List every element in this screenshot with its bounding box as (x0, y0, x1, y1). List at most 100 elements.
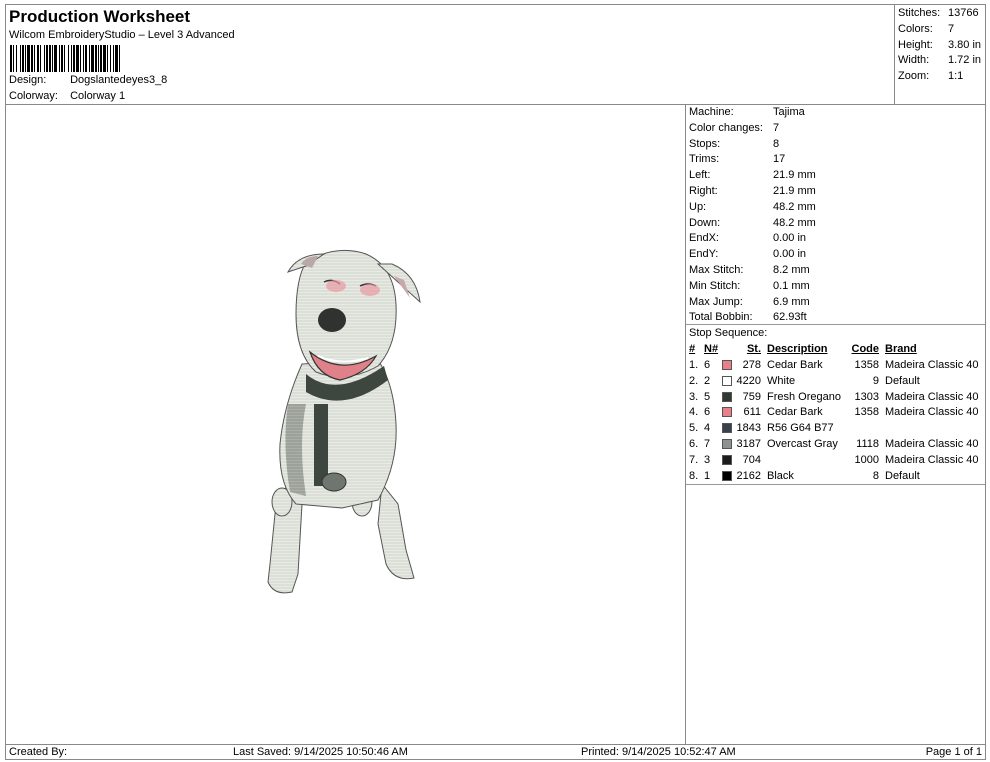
worksheet-title: Production Worksheet (9, 7, 191, 26)
detail-label: Left: (689, 169, 711, 182)
detail-label: Down: (689, 216, 721, 229)
summary-label: Height: (898, 39, 933, 51)
detail-row: Max Stitch: 8.2 mm (686, 262, 985, 278)
stop-sequence-row: 1. 6 278 Cedar Bark 1358 Madeira Classic 40 (686, 357, 986, 373)
detail-value: Tajima (773, 106, 805, 118)
colorway-value: Colorway 1 (70, 90, 126, 102)
stitch-count: 278 (742, 359, 761, 371)
summary-zoom: Zoom: 1:1 (895, 68, 985, 84)
stitch-count: 4220 (736, 374, 761, 387)
detail-row: EndX: 0.00 in (686, 230, 985, 246)
stop-sequence-row: 5. 4 1843 R56 G64 B77 (686, 420, 986, 436)
summary-label: Stitches: (898, 7, 941, 19)
color-swatch (722, 454, 732, 465)
dog-embroidery-image (267, 249, 421, 594)
color-swatch (722, 470, 732, 481)
col-num-header: # (689, 343, 696, 355)
detail-label: Max Stitch: (689, 264, 744, 276)
detail-label: Up: (689, 200, 707, 213)
detail-value: 7 (773, 121, 780, 134)
thread-description: Cedar Bark (767, 406, 823, 419)
detail-value: 8.2 mm (773, 264, 810, 276)
stitch-count: 611 (743, 406, 761, 419)
needle-number: 6 (704, 359, 711, 371)
row-number: 6. (689, 438, 699, 450)
detail-row: Trims: 17 (686, 151, 985, 167)
thread-description: Overcast Gray (767, 438, 838, 450)
col-brand-header: Brand (885, 343, 917, 355)
row-number: 7. (689, 453, 699, 466)
detail-value: 17 (773, 153, 786, 166)
thread-brand: Default (885, 469, 920, 482)
detail-row: Left: 21.9 mm (686, 167, 985, 183)
detail-value: 21.9 mm (773, 169, 816, 182)
color-swatch (722, 391, 732, 402)
col-stitches-header: St. (746, 343, 761, 355)
colorway-label: Colorway: (9, 90, 58, 102)
color-swatch (722, 423, 732, 434)
thread-code: 1118 (856, 438, 879, 450)
thread-brand: Madeira Classic 40 (885, 390, 979, 403)
thread-brand: Madeira Classic 40 (885, 438, 979, 450)
detail-value: 8 (773, 137, 780, 150)
needle-number: 4 (704, 422, 711, 435)
detail-row: Max Jump: 6.9 mm (686, 294, 985, 310)
detail-row: Stops: 8 (686, 136, 985, 152)
thread-brand: Default (885, 374, 920, 387)
col-code-header: Code (851, 343, 880, 355)
barcode (10, 45, 250, 72)
thread-description: White (767, 374, 796, 387)
thread-code: 9 (872, 374, 879, 387)
stop-sequence-row: 7. 3 704 1000 Madeira Classic 40 (686, 452, 986, 468)
row-number: 2. (689, 374, 699, 387)
summary-value: 1:1 (948, 70, 964, 82)
detail-value: 62.93ft (773, 311, 807, 324)
thread-code: 1358 (854, 406, 879, 419)
stop-sequence-header: # N# St. Description Code Brand (686, 341, 986, 357)
stop-sequence-title-row: Stop Sequence: (686, 325, 985, 341)
detail-value: 0.00 in (773, 248, 807, 261)
thread-description: R56 G64 B77 (767, 422, 834, 435)
stop-sequence-row: 6. 7 3187 Overcast Gray 1118 Madeira Classic … (686, 436, 986, 452)
thread-brand: Madeira Classic 40 (885, 359, 979, 371)
created-by: Created By: (9, 746, 68, 758)
summary-width: Width: 1.72 in (895, 52, 985, 68)
summary-label: Zoom: (898, 70, 930, 82)
stitch-count: 2162 (736, 469, 761, 482)
color-swatch (722, 375, 732, 386)
needle-number: 7 (704, 438, 711, 450)
stop-sequence-row: 8. 1 2162 Black 8 Default (686, 468, 986, 484)
detail-row: Down: 48.2 mm (686, 215, 985, 231)
printed-date: Printed: 9/14/2025 10:52:47 AM (581, 746, 736, 758)
worksheet-footer: Created By: Last Saved: 9/14/2025 10:50:… (5, 744, 986, 760)
detail-label: Color changes: (689, 121, 763, 134)
row-number: 8. (689, 469, 699, 482)
thread-description: Fresh Oregano (767, 390, 841, 403)
row-number: 1. (689, 359, 699, 371)
summary-stitches: Stitches: 13766 (895, 5, 985, 21)
col-description-header: Description (767, 343, 828, 355)
detail-value: 48.2 mm (773, 200, 816, 213)
summary-colors: Colors: 7 (895, 21, 985, 37)
summary-height: Height: 3.80 in (895, 37, 985, 53)
stitch-count: 759 (742, 390, 761, 403)
summary-value: 13766 (948, 7, 979, 19)
summary-label: Width: (898, 54, 930, 66)
detail-row: Up: 48.2 mm (686, 199, 985, 215)
needle-number: 5 (704, 390, 711, 403)
needle-number: 3 (704, 453, 711, 466)
col-needle-header: N# (704, 343, 719, 355)
color-swatch (722, 439, 732, 449)
colorway-row: Colorway: Colorway 1 (9, 90, 125, 102)
detail-value: 0.1 mm (773, 279, 810, 292)
detail-value: 0.00 in (773, 232, 807, 245)
detail-value: 6.9 mm (773, 295, 810, 308)
detail-label: Stops: (689, 137, 721, 150)
detail-row: Color changes: 7 (686, 120, 985, 136)
stitch-count: 1843 (736, 422, 761, 435)
summary-value: 1.72 in (948, 54, 982, 66)
thread-brand: Madeira Classic 40 (885, 453, 979, 466)
worksheet-header: Production Worksheet Wilcom EmbroiderySt… (5, 4, 895, 105)
design-value: Dogslantedeyes3_8 (70, 74, 168, 86)
thread-brand: Madeira Classic 40 (885, 406, 979, 419)
